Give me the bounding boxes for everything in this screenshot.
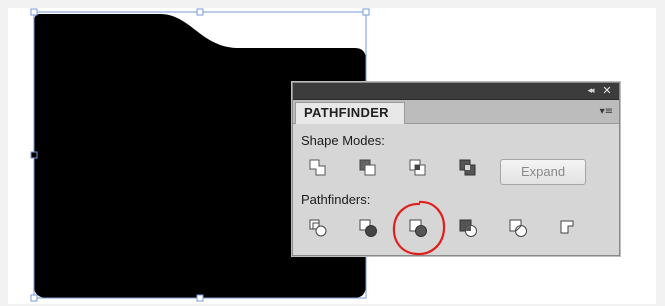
expand-button[interactable]: Expand bbox=[500, 159, 586, 185]
panel-titlebar[interactable]: ◂◂ ✕ bbox=[293, 83, 619, 100]
shape-modes-label: Shape Modes: bbox=[301, 133, 385, 148]
divide-icon bbox=[307, 217, 329, 239]
exclude-button[interactable] bbox=[457, 157, 479, 179]
outline-button[interactable] bbox=[507, 217, 529, 239]
crop-button[interactable] bbox=[457, 217, 479, 239]
pathfinder-panel: ◂◂ ✕ PATHFINDER ▾≡ Shape Modes: Expand bbox=[292, 82, 620, 256]
panel-tab-row: PATHFINDER ▾≡ bbox=[293, 100, 619, 124]
selection-handle-tr[interactable] bbox=[363, 9, 369, 15]
tab-pathfinder[interactable]: PATHFINDER bbox=[295, 102, 405, 124]
unite-icon bbox=[307, 157, 329, 179]
minus-front-button[interactable] bbox=[357, 157, 379, 179]
outline-icon bbox=[507, 217, 529, 239]
minus-back-button[interactable] bbox=[557, 217, 579, 239]
pathfinders-label: Pathfinders: bbox=[301, 192, 370, 207]
trim-icon bbox=[357, 217, 379, 239]
intersect-button[interactable] bbox=[407, 157, 429, 179]
minus-front-icon bbox=[357, 157, 379, 179]
divide-button[interactable] bbox=[307, 217, 329, 239]
close-icon[interactable]: ✕ bbox=[600, 84, 614, 98]
exclude-icon bbox=[457, 157, 479, 179]
collapse-icon[interactable]: ◂◂ bbox=[583, 84, 597, 98]
intersect-icon bbox=[407, 157, 429, 179]
merge-button[interactable] bbox=[407, 217, 429, 239]
merge-icon bbox=[407, 217, 429, 239]
unite-button[interactable] bbox=[307, 157, 329, 179]
selection-handle-bl[interactable] bbox=[31, 295, 37, 301]
minus-back-icon bbox=[557, 217, 579, 239]
selection-handle-tm[interactable] bbox=[197, 9, 203, 15]
selection-handle-tl[interactable] bbox=[31, 9, 37, 15]
panel-menu-icon[interactable]: ▾≡ bbox=[595, 105, 613, 119]
trim-button[interactable] bbox=[357, 217, 379, 239]
selection-handle-ml[interactable] bbox=[31, 152, 37, 158]
crop-icon bbox=[457, 217, 479, 239]
selection-handle-bm[interactable] bbox=[197, 295, 203, 301]
